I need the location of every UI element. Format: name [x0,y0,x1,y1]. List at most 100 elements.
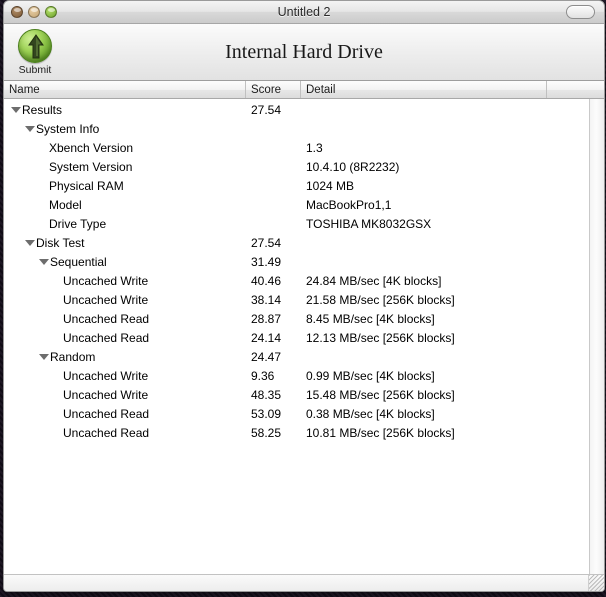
window-toolbar: Submit Internal Hard Drive [4,24,604,81]
cell-detail: 10.4.10 (8R2232) [306,159,400,174]
toolbar-toggle-button[interactable] [566,5,595,19]
table-row[interactable]: Physical RAM 1024 MB [4,176,589,195]
cell-name: Uncached Read [4,312,246,326]
cell-detail: TOSHIBA MK8032GSX [306,216,432,231]
row-name-label: Physical RAM [49,178,124,193]
table-row[interactable]: System Info [4,119,589,138]
horizontal-scrollbar[interactable] [4,574,604,591]
row-name-label: Uncached Read [63,311,150,326]
table-column-headers: Name Score Detail [4,81,604,99]
table-row[interactable]: Sequential 31.49 [4,252,589,271]
cell-name: Uncached Read [4,331,246,345]
table-row[interactable]: Random 24.47 [4,347,589,366]
cell-score: 24.14 [251,330,282,345]
cell-name: Uncached Read [4,426,246,440]
cell-score: 53.09 [251,406,282,421]
disclosure-triangle-open-icon[interactable] [10,104,21,115]
row-name-label: Uncached Write [63,292,149,307]
cell-name: Random [4,350,246,364]
cell-name: Uncached Read [4,407,246,421]
cell-detail: 0.99 MB/sec [4K blocks] [306,368,435,383]
row-name-label: Xbench Version [49,140,134,155]
submit-button[interactable]: Submit [6,28,64,76]
window-controls [11,6,57,18]
table-row[interactable]: Uncached Read 24.14 12.13 MB/sec [256K blo… [4,328,589,347]
disclosure-triangle-open-icon[interactable] [38,351,49,362]
cell-score: 27.54 [251,235,282,250]
cell-name: Uncached Write [4,293,246,307]
row-name-label: System Version [49,159,133,174]
cell-score: 27.54 [251,102,282,117]
table-row[interactable]: Uncached Read 53.09 0.38 MB/sec [4K blocks… [4,404,589,423]
cell-name: Drive Type [4,217,246,231]
cell-name: System Info [4,122,246,136]
table-row[interactable]: Uncached Write 48.35 15.48 MB/sec [256K bl… [4,385,589,404]
cell-detail: 12.13 MB/sec [256K blocks] [306,330,455,345]
cell-name: Model [4,198,246,212]
submit-arrow-icon [18,28,52,63]
column-header-spacer [547,81,591,98]
disclosure-triangle-open-icon[interactable] [24,123,35,134]
cell-name: Xbench Version [4,141,246,155]
cell-score: 9.36 [251,368,275,383]
row-name-label: Model [49,197,82,212]
cell-name: Disk Test [4,236,246,250]
table-row[interactable]: Model MacBookPro1,1 [4,195,589,214]
row-name-label: Uncached Write [63,368,149,383]
cell-detail: 21.58 MB/sec [256K blocks] [306,292,455,307]
zoom-button-icon[interactable] [45,6,57,18]
cell-score: 31.49 [251,254,282,269]
cell-detail: 8.45 MB/sec [4K blocks] [306,311,435,326]
column-header-score[interactable]: Score [246,81,301,98]
row-name-label: System Info [36,121,100,136]
cell-name: Uncached Write [4,369,246,383]
cell-name: Physical RAM [4,179,246,193]
resize-grip[interactable] [588,575,604,591]
row-name-label: Sequential [50,254,107,269]
close-button-icon[interactable] [11,6,23,18]
column-header-name[interactable]: Name [4,81,246,98]
row-name-label: Results [22,102,63,117]
cell-detail: 0.38 MB/sec [4K blocks] [306,406,435,421]
cell-name: Sequential [4,255,246,269]
cell-score: 40.46 [251,273,282,288]
cell-detail: 24.84 MB/sec [4K blocks] [306,273,442,288]
cell-detail: 15.48 MB/sec [256K blocks] [306,387,455,402]
vertical-scrollbar[interactable] [589,99,604,574]
table-row[interactable]: Disk Test 27.54 [4,233,589,252]
cell-name: Uncached Write [4,388,246,402]
table-body-region: Results 27.54 System Info Xbench Version 1.3… [4,99,604,574]
results-tree: Results 27.54 System Info Xbench Version 1.3… [4,99,589,574]
cell-detail: MacBookPro1,1 [306,197,392,212]
table-row[interactable]: Uncached Write 38.14 21.58 MB/sec [256K bl… [4,290,589,309]
disclosure-triangle-open-icon[interactable] [24,237,35,248]
minimize-button-icon[interactable] [28,6,40,18]
cell-detail: 10.81 MB/sec [256K blocks] [306,425,455,440]
disclosure-triangle-open-icon[interactable] [38,256,49,267]
cell-name: Uncached Write [4,274,246,288]
xbench-window: Untitled 2 Submit Internal Hard Drive Na… [3,0,605,592]
table-row[interactable]: Xbench Version 1.3 [4,138,589,157]
table-row[interactable]: Uncached Write 40.46 24.84 MB/sec [4K bloc… [4,271,589,290]
submit-button-label: Submit [18,63,52,76]
toolbar-center-title: Internal Hard Drive [225,40,383,63]
table-row[interactable]: Uncached Write 9.36 0.99 MB/sec [4K blocks… [4,366,589,385]
table-row[interactable]: Results 27.54 [4,100,589,119]
row-name-label: Uncached Write [63,273,149,288]
table-row[interactable]: Uncached Read 28.87 8.45 MB/sec [4K blocks… [4,309,589,328]
cell-detail: 1024 MB [306,178,355,193]
table-row[interactable]: Drive Type TOSHIBA MK8032GSX [4,214,589,233]
table-row[interactable]: Uncached Read 58.25 10.81 MB/sec [256K blo… [4,423,589,442]
window-title: Untitled 2 [277,5,331,19]
cell-score: 38.14 [251,292,282,307]
cell-score: 24.47 [251,349,282,364]
cell-detail: 1.3 [306,140,323,155]
row-name-label: Drive Type [49,216,107,231]
cell-score: 28.87 [251,311,282,326]
row-name-label: Uncached Read [63,330,150,345]
table-row[interactable]: System Version 10.4.10 (8R2232) [4,157,589,176]
horizontal-scrollbar-track[interactable] [4,575,588,591]
window-titlebar[interactable]: Untitled 2 [4,1,604,24]
column-header-detail[interactable]: Detail [301,81,547,98]
cell-name: System Version [4,160,246,174]
